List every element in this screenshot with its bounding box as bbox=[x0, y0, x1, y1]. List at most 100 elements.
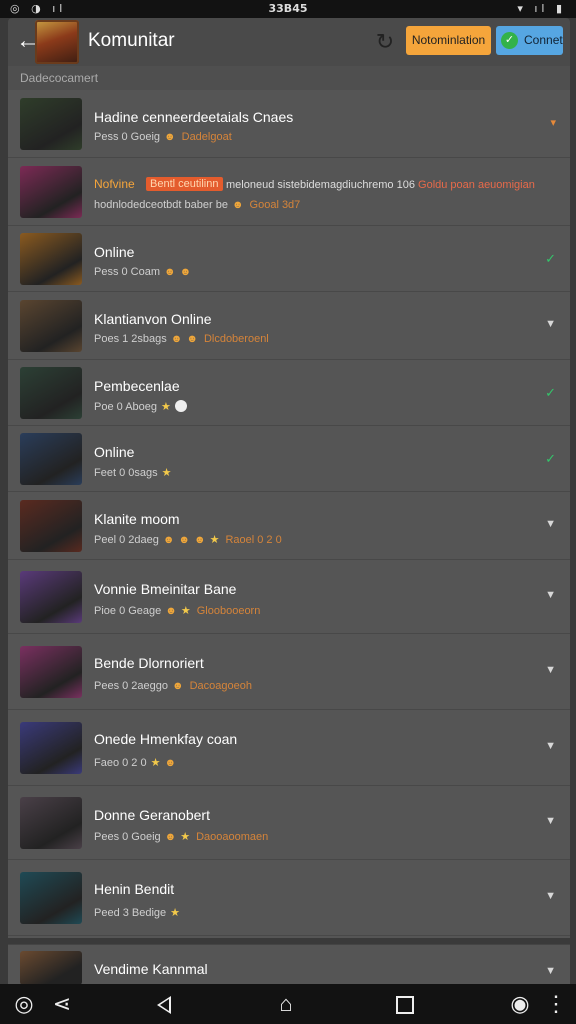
status-text: Poes 1 2sbags bbox=[94, 333, 167, 345]
status-extra: Dadelgoat bbox=[181, 131, 232, 143]
expand-chevron-icon[interactable]: ▼ bbox=[545, 965, 556, 977]
list-item[interactable]: Klantianvon Online Poes 1 2sbags ☻ ☻ Dlcdobe… bbox=[8, 292, 570, 360]
contact-status: Peel 0 2daeg ☻ ☻ ☻ ★ Raoel 0 2 0 bbox=[94, 533, 282, 546]
notification-button[interactable]: Notominlation bbox=[406, 26, 491, 55]
home-nav-icon[interactable]: ⌂ bbox=[272, 990, 300, 1018]
emoji-icon: ☻ bbox=[178, 534, 190, 546]
contact-name: Donne Geranobert bbox=[94, 807, 210, 823]
status-right-icons: ▾ ıl ▮ bbox=[517, 2, 566, 15]
list-item[interactable]: Vonnie Bmeinitar Bane Pioe 0 Geage ☻ ★ Gloob… bbox=[8, 560, 570, 634]
list-item[interactable]: Online Feet 0 0sags ★ ✓ bbox=[8, 426, 570, 492]
page-title: Komunitar bbox=[88, 30, 175, 51]
contact-name: Vendime Kannmal bbox=[94, 961, 208, 977]
alert-badge: Bentl ceutilinn bbox=[146, 177, 223, 191]
contact-status: Peed 3 Bedige ★ bbox=[94, 906, 180, 919]
contact-avatar bbox=[20, 98, 82, 150]
contact-avatar bbox=[20, 500, 82, 552]
expand-chevron-icon[interactable]: ▼ bbox=[545, 589, 556, 601]
status-text: Poe 0 Aboeg bbox=[94, 401, 158, 413]
status-text: Pess 0 Goeig bbox=[94, 131, 161, 143]
online-check-icon: ✓ bbox=[545, 251, 556, 266]
contact-avatar bbox=[20, 571, 82, 623]
more-icon[interactable]: ⋮ bbox=[542, 990, 570, 1018]
assistant-icon[interactable]: ◉ bbox=[506, 990, 534, 1018]
contact-name: Bende Dlornoriert bbox=[94, 655, 204, 671]
status-text: Pees 0 2aeggo bbox=[94, 680, 169, 692]
expand-chevron-icon[interactable]: ▼ bbox=[545, 815, 556, 827]
list-item-peek[interactable]: Vendime Kannmal ▼ bbox=[8, 944, 570, 985]
contact-name: Klanite moom bbox=[94, 511, 180, 527]
recents-nav-icon[interactable] bbox=[396, 996, 414, 1014]
list-item[interactable]: Bende Dlornoriert Pees 0 2aeggo ☻ Dacoagoeo… bbox=[8, 634, 570, 710]
list-item[interactable]: Klanite moom Peel 0 2daeg ☻ ☻ ☻ ★ Raoel 0 2 0 ▼ bbox=[8, 492, 570, 560]
status-text: Faeo 0 2 0 bbox=[94, 757, 147, 769]
emoji-icon: ☻ bbox=[164, 831, 177, 843]
star-icon: ★ bbox=[161, 401, 171, 413]
contact-status: Faeo 0 2 0 ★ ☻ bbox=[94, 756, 176, 769]
status-text: Peed 3 Bedige bbox=[94, 907, 167, 919]
status-extra: Dlcdoberoenl bbox=[203, 333, 269, 345]
list-item[interactable]: Online Pess 0 Coam ☻ ☻ ✓ bbox=[8, 226, 570, 292]
status-extra: Daooaoomaen bbox=[196, 831, 269, 843]
contact-name: Vonnie Bmeinitar Bane bbox=[94, 581, 237, 597]
connect-button[interactable]: ✓ Connet bbox=[496, 26, 563, 55]
status-text: Pioe 0 Geage bbox=[94, 605, 162, 617]
star-icon: ★ bbox=[161, 467, 172, 479]
sync-icon[interactable]: ↻ bbox=[372, 29, 398, 55]
emoji-icon: ☻ bbox=[170, 333, 183, 345]
emoji-icon: ☻ bbox=[179, 266, 192, 278]
contact-status: Feet 0 0sags ★ bbox=[94, 466, 171, 479]
contact-name: Online bbox=[94, 244, 135, 260]
emoji-icon: ☻ bbox=[194, 534, 206, 546]
list-item[interactable]: Onede Hmenkfay coan Faeo 0 2 0 ★ ☻ ▼ bbox=[8, 710, 570, 786]
expand-chevron-icon[interactable]: ▼ bbox=[545, 740, 556, 752]
contact-name: Henin Bendit bbox=[94, 881, 175, 897]
contact-status: hodnlodedceotbdt baber be ☻ Gooal 3d7 bbox=[94, 199, 300, 211]
contact-avatar bbox=[20, 367, 82, 419]
back-nav-icon[interactable] bbox=[157, 996, 171, 1014]
status-time: 33B45 bbox=[268, 2, 308, 15]
expand-chevron-icon[interactable]: ▼ bbox=[545, 518, 556, 530]
contact-name: Onede Hmenkfay coan bbox=[94, 731, 238, 747]
circle-nav-icon[interactable]: ◎ bbox=[10, 990, 38, 1018]
expand-chevron-icon[interactable]: ▼ bbox=[545, 318, 556, 330]
star-icon: ★ bbox=[180, 831, 191, 843]
contact-status: Pees 0 2aeggo ☻ Dacoagoeoh bbox=[94, 680, 252, 692]
contact-avatar bbox=[20, 166, 82, 218]
contact-status: Poe 0 Aboeg ★ bbox=[94, 400, 187, 413]
expand-chevron-icon[interactable]: ▼ bbox=[545, 664, 556, 676]
presence-dot-icon bbox=[174, 400, 187, 412]
emoji-icon: ☻ bbox=[165, 605, 177, 617]
contact-name: Klantianvon Online bbox=[94, 311, 212, 327]
contact-status: Poes 1 2sbags ☻ ☻ Dlcdoberoenl bbox=[94, 333, 269, 345]
contact-avatar bbox=[20, 233, 82, 285]
status-text: Feet 0 0sags bbox=[94, 467, 158, 479]
contact-avatar bbox=[20, 722, 82, 774]
contact-name: Hadine cenneerdeetaials Cnaes bbox=[94, 109, 294, 125]
status-text: Peel 0 2daeg bbox=[94, 534, 159, 546]
list-item[interactable]: Hadine cenneerdeetaials Cnaes Pess 0 Goei… bbox=[8, 90, 570, 158]
contact-status: Pess 0 Goeig ☻ Dadelgoat bbox=[94, 131, 232, 143]
status-extra: Gooal 3d7 bbox=[249, 199, 301, 211]
expand-chevron-icon[interactable]: ▾ bbox=[550, 116, 556, 129]
list-item[interactable]: Nofvine Bentl ceutilinn meloneud sistebide… bbox=[8, 158, 570, 226]
list-item[interactable]: Henin Bendit Peed 3 Bedige ★ ▼ bbox=[8, 860, 570, 936]
emoji-icon: ☻ bbox=[186, 333, 198, 345]
connect-label: Connet bbox=[524, 33, 563, 47]
alert-message: meloneud sistebidemagdiuchremo 106 Goldu… bbox=[226, 179, 535, 191]
community-avatar[interactable] bbox=[35, 20, 79, 64]
contact-status: Pees 0 Goeig ☻ ★ Daooaoomaen bbox=[94, 830, 268, 843]
contact-name: Nofvine bbox=[94, 177, 135, 191]
star-icon: ★ bbox=[209, 534, 220, 546]
contact-avatar bbox=[20, 646, 82, 698]
navigation-bar: ◎ ⋖ ⌂ ◉ ⋮ bbox=[0, 984, 576, 1024]
contact-list: Hadine cenneerdeetaials Cnaes Pess 0 Goei… bbox=[8, 90, 570, 938]
check-icon: ✓ bbox=[501, 32, 518, 49]
status-extra: Dacoagoeoh bbox=[189, 680, 252, 692]
app-bar: ← Komunitar ↻ Notominlation ✓ Connet bbox=[8, 18, 570, 66]
share-icon[interactable]: ⋖ bbox=[48, 990, 76, 1018]
status-text: Pees 0 Goeig bbox=[94, 831, 161, 843]
list-item[interactable]: Pembecenlae Poe 0 Aboeg ★ ✓ bbox=[8, 360, 570, 426]
list-item[interactable]: Donne Geranobert Pees 0 Goeig ☻ ★ Daooaoomae… bbox=[8, 786, 570, 860]
expand-chevron-icon[interactable]: ▼ bbox=[545, 890, 556, 902]
